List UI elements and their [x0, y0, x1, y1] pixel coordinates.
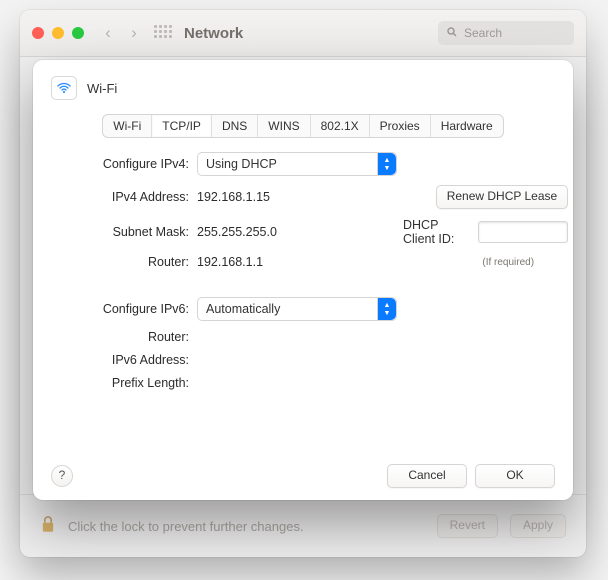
- tab-proxies[interactable]: Proxies: [370, 115, 431, 137]
- ipv4-router-label: Router:: [51, 255, 191, 269]
- minimize-window-button[interactable]: [52, 27, 64, 39]
- titlebar: ‹ › Network Search: [20, 10, 586, 57]
- tab-8021x[interactable]: 802.1X: [311, 115, 370, 137]
- configure-ipv4-label: Configure IPv4:: [51, 157, 191, 171]
- tab-dns[interactable]: DNS: [212, 115, 258, 137]
- tab-wifi[interactable]: Wi-Fi: [103, 115, 152, 137]
- configure-ipv6-value: Automatically: [206, 302, 280, 316]
- zoom-window-button[interactable]: [72, 27, 84, 39]
- search-icon: [446, 26, 458, 41]
- ipv4-router-value: 192.168.1.1: [197, 255, 397, 269]
- configure-ipv6-select[interactable]: Automatically ▲▼: [197, 297, 397, 321]
- revert-button[interactable]: Revert: [437, 514, 498, 538]
- tab-hardware[interactable]: Hardware: [431, 115, 503, 137]
- preferences-footer: Click the lock to prevent further change…: [20, 494, 586, 557]
- dhcp-client-id-label: DHCP Client ID:: [403, 218, 470, 246]
- subnet-mask-value: 255.255.255.0: [197, 225, 397, 239]
- help-button[interactable]: ?: [51, 465, 73, 487]
- ipv6-address-label: IPv6 Address:: [51, 353, 191, 367]
- ipv4-address-label: IPv4 Address:: [51, 190, 191, 204]
- lock-text: Click the lock to prevent further change…: [68, 519, 304, 534]
- close-window-button[interactable]: [32, 27, 44, 39]
- tcpip-form: Configure IPv4: Using DHCP ▲▼ IPv4 Addre…: [51, 152, 555, 390]
- window-title: Network: [184, 25, 428, 42]
- ipv4-address-value: 192.168.1.15: [197, 190, 397, 204]
- configure-ipv6-label: Configure IPv6:: [51, 302, 191, 316]
- interface-title: Wi-Fi: [87, 81, 117, 96]
- tab-bar: Wi-Fi TCP/IP DNS WINS 802.1X Proxies Har…: [102, 114, 503, 138]
- lock-icon[interactable]: [40, 515, 56, 538]
- wifi-icon: [51, 76, 77, 100]
- popup-arrows-icon: ▲▼: [377, 153, 396, 175]
- subnet-mask-label: Subnet Mask:: [51, 225, 191, 239]
- traffic-lights: [32, 27, 84, 39]
- configure-ipv4-value: Using DHCP: [206, 157, 277, 171]
- search-field[interactable]: Search: [438, 21, 574, 45]
- forward-button[interactable]: ›: [124, 23, 144, 43]
- configure-ipv4-select[interactable]: Using DHCP ▲▼: [197, 152, 397, 176]
- sheet-header: Wi-Fi: [51, 76, 555, 100]
- tab-tcpip[interactable]: TCP/IP: [152, 115, 212, 137]
- apply-button[interactable]: Apply: [510, 514, 566, 538]
- popup-arrows-icon: ▲▼: [377, 298, 396, 320]
- dhcp-client-id-input[interactable]: [478, 221, 569, 243]
- back-button[interactable]: ‹: [98, 23, 118, 43]
- search-placeholder: Search: [464, 26, 502, 40]
- show-all-icon[interactable]: [154, 25, 170, 41]
- sheet-footer: ? Cancel OK: [51, 456, 555, 488]
- renew-dhcp-lease-button[interactable]: Renew DHCP Lease: [436, 185, 569, 209]
- nav-buttons: ‹ ›: [98, 23, 144, 43]
- ipv6-router-label: Router:: [51, 330, 191, 344]
- network-advanced-sheet: Wi-Fi Wi-Fi TCP/IP DNS WINS 802.1X Proxi…: [33, 60, 573, 500]
- tab-wins[interactable]: WINS: [258, 115, 310, 137]
- ipv6-prefix-length-label: Prefix Length:: [51, 376, 191, 390]
- dhcp-client-id-hint: (If required): [448, 257, 568, 268]
- ok-button[interactable]: OK: [475, 464, 555, 488]
- cancel-button[interactable]: Cancel: [387, 464, 467, 488]
